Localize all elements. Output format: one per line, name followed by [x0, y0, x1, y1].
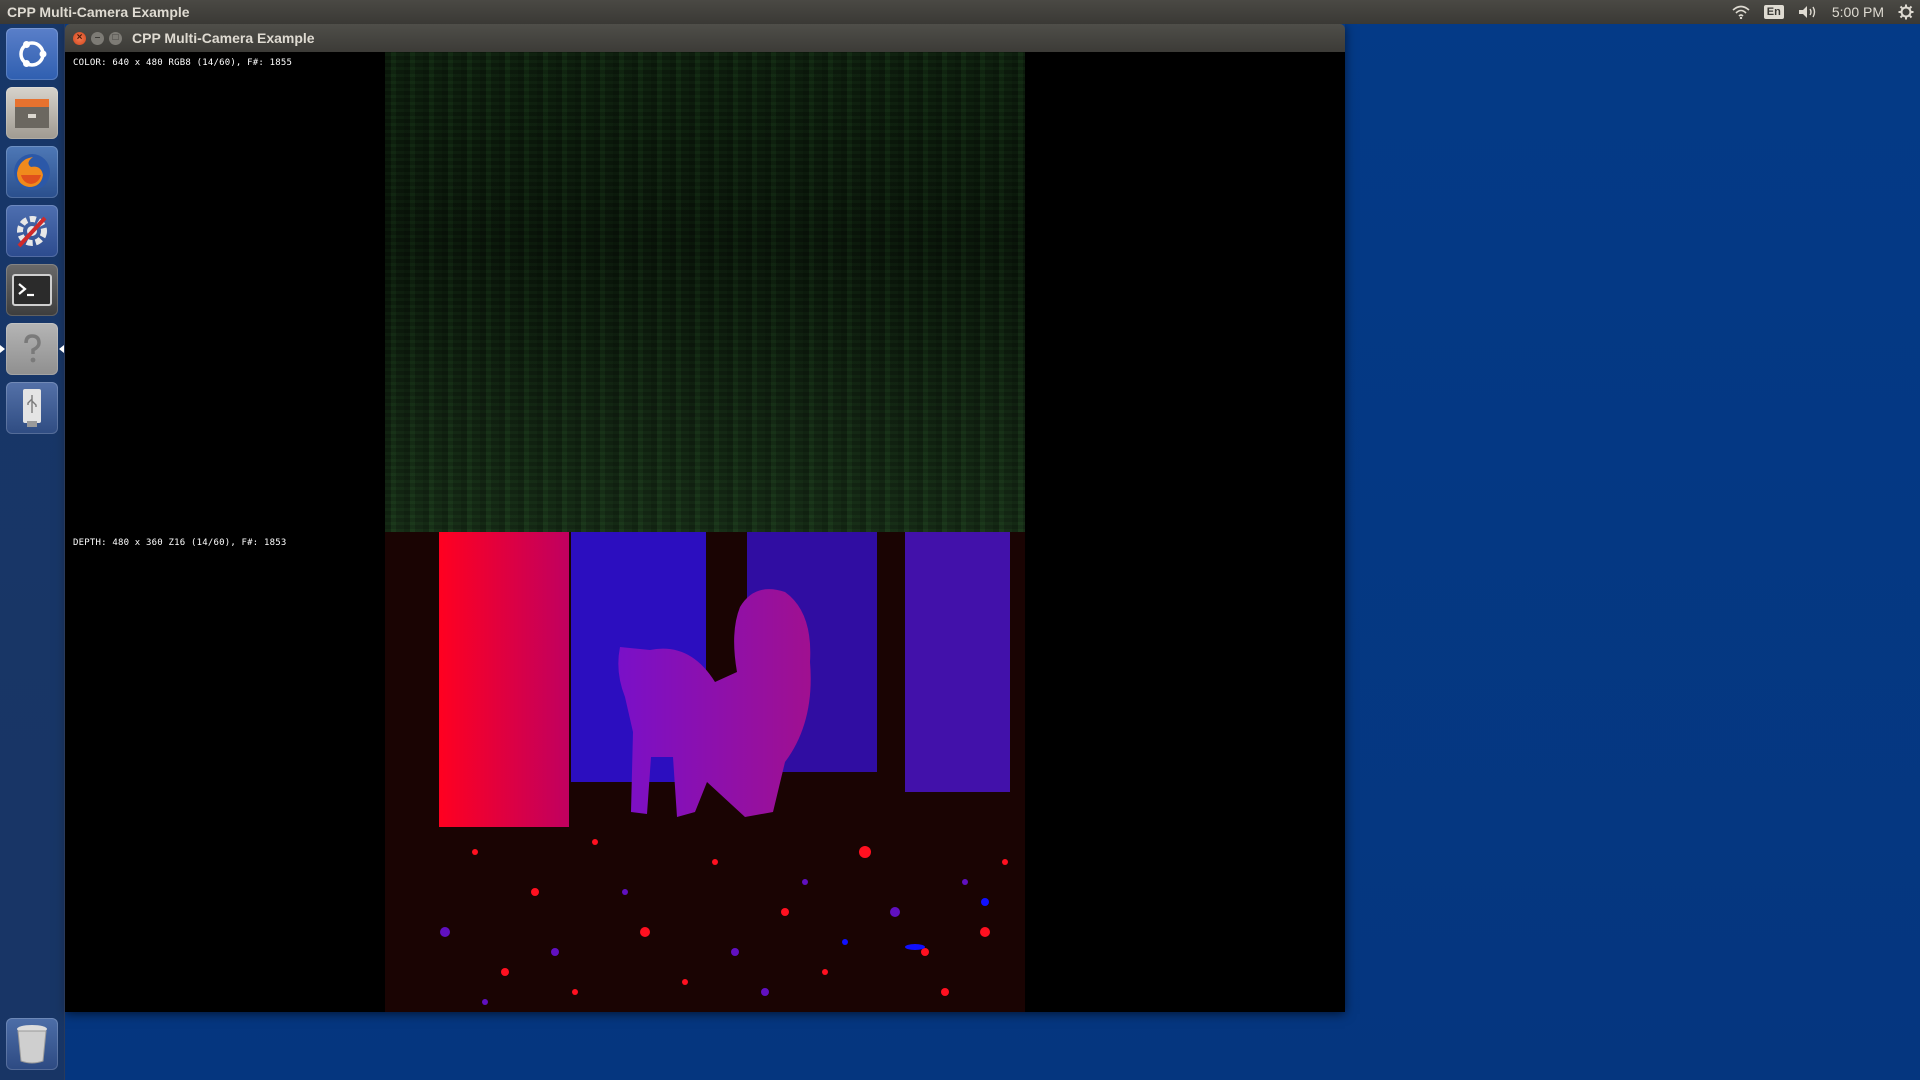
color-stream-overlay: COLOR: 640 x 480 RGB8 (14/60), F#: 1855 — [73, 58, 293, 68]
window-titlebar[interactable]: × – □ CPP Multi-Camera Example — [65, 24, 1345, 52]
depth-stream-view — [385, 532, 1025, 1012]
window-title: CPP Multi-Camera Example — [132, 30, 315, 46]
depth-image — [385, 532, 1025, 1012]
firefox-icon[interactable] — [6, 146, 58, 198]
system-settings-icon[interactable] — [6, 205, 58, 257]
wifi-icon[interactable] — [1732, 5, 1750, 19]
launcher-active-arrow-right — [59, 345, 64, 353]
trash-icon[interactable] — [6, 1018, 58, 1070]
launcher-active-arrow-left — [0, 345, 5, 353]
minimize-button[interactable]: – — [91, 31, 104, 45]
volume-icon[interactable] — [1798, 5, 1818, 19]
app-window: × – □ CPP Multi-Camera Example COLOR: 64… — [65, 24, 1345, 1012]
depth-stream-overlay: DEPTH: 480 x 360 Z16 (14/60), F#: 1853 — [73, 538, 287, 548]
color-stream-view — [385, 52, 1025, 532]
launcher — [0, 24, 65, 1080]
camera-canvas: COLOR: 640 x 480 RGB8 (14/60), F#: 1855 … — [65, 52, 1345, 1012]
close-button[interactable]: × — [73, 31, 86, 45]
maximize-button[interactable]: □ — [109, 31, 122, 45]
language-label: En — [1763, 5, 1784, 19]
ubuntu-home-icon[interactable] — [6, 28, 58, 80]
usb-drive-icon[interactable] — [6, 382, 58, 434]
files-icon[interactable] — [6, 87, 58, 139]
help-icon[interactable] — [6, 323, 58, 375]
terminal-icon[interactable] — [6, 264, 58, 316]
top-panel: CPP Multi-Camera Example En 5:00 PM — [0, 0, 1920, 24]
gear-icon[interactable] — [1898, 4, 1914, 20]
system-tray: En 5:00 PM — [1732, 0, 1920, 24]
clock[interactable]: 5:00 PM — [1832, 4, 1884, 20]
keyboard-layout-indicator[interactable]: En — [1763, 5, 1784, 19]
active-app-title: CPP Multi-Camera Example — [7, 4, 190, 20]
